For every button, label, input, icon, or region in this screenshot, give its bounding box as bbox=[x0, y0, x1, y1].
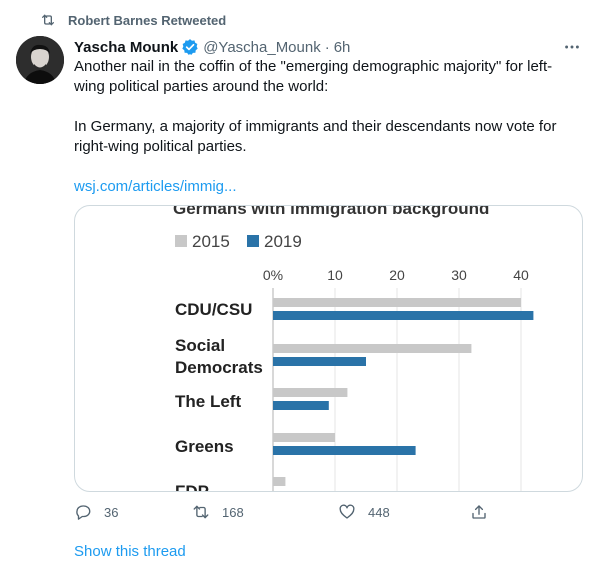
tweet-text-paragraph-1: Another nail in the coffin of the "emerg… bbox=[74, 58, 553, 95]
tweet-body: Another nail in the coffin of the "emerg… bbox=[74, 57, 578, 217]
retweet-label: Robert Barnes Retweeted bbox=[68, 12, 227, 28]
share-icon bbox=[472, 505, 486, 519]
x-tick-label: 30 bbox=[451, 267, 467, 283]
more-icon bbox=[565, 45, 579, 49]
category-label: CDU/CSU bbox=[175, 300, 252, 319]
tweet-header: Yascha Mounk @Yascha_Mounk · 6h bbox=[74, 37, 582, 57]
reply-button[interactable]: 36 bbox=[74, 503, 180, 521]
legend-label-2019: 2019 bbox=[264, 232, 302, 251]
avatar[interactable] bbox=[16, 36, 64, 84]
retweet-indicator[interactable]: Robert Barnes Retweeted bbox=[40, 11, 226, 29]
bar-2015-4 bbox=[273, 477, 286, 486]
reply-count: 36 bbox=[104, 504, 119, 520]
show-thread-link[interactable]: Show this thread bbox=[74, 543, 186, 560]
bar-2019-0 bbox=[273, 311, 534, 320]
bars bbox=[273, 298, 534, 486]
tweet-actions: 36 168 448 bbox=[74, 501, 514, 523]
category-label: Social bbox=[175, 336, 225, 355]
bar-2015-3 bbox=[273, 433, 335, 442]
more-options-button[interactable] bbox=[562, 37, 582, 57]
chart-image-card[interactable]: Germans with immigration background 2015… bbox=[74, 205, 583, 492]
x-axis-ticks: 0% 10 20 30 40 bbox=[263, 267, 529, 283]
category-label: Democrats bbox=[175, 358, 263, 377]
x-tick-label: 0% bbox=[263, 267, 283, 283]
legend-label-2015: 2015 bbox=[192, 232, 230, 251]
legend-swatch-2019 bbox=[247, 235, 259, 247]
share-button[interactable] bbox=[470, 503, 488, 521]
x-tick-label: 40 bbox=[513, 267, 529, 283]
category-labels: CDU/CSU Social Democrats The Left Greens FDP bbox=[175, 300, 263, 491]
chart-title: Germans with immigration background bbox=[173, 206, 489, 218]
retweet-count: 168 bbox=[222, 504, 244, 520]
retweet-action-icon bbox=[193, 505, 209, 519]
like-count: 448 bbox=[368, 504, 390, 520]
heart-icon bbox=[339, 504, 355, 519]
bar-2019-2 bbox=[273, 401, 329, 410]
category-label: Greens bbox=[175, 437, 234, 456]
chart-legend: 2015 2019 bbox=[175, 232, 302, 251]
tweet-text-paragraph-2: In Germany, a majority of immigrants and… bbox=[74, 118, 557, 155]
header-separator: · bbox=[324, 38, 330, 56]
bar-2019-3 bbox=[273, 446, 416, 455]
category-label: FDP bbox=[175, 482, 209, 491]
article-link[interactable]: wsj.com/articles/immig... bbox=[74, 178, 237, 195]
reply-icon bbox=[76, 505, 91, 520]
bar-2019-1 bbox=[273, 357, 366, 366]
author-handle[interactable]: @Yascha_Mounk bbox=[203, 39, 321, 56]
author-name[interactable]: Yascha Mounk bbox=[74, 39, 178, 56]
retweet-button[interactable]: 168 bbox=[192, 503, 326, 521]
verified-badge-icon bbox=[182, 39, 198, 55]
bar-chart: Germans with immigration background 2015… bbox=[173, 206, 534, 491]
x-tick-label: 10 bbox=[327, 267, 343, 283]
x-tick-label: 20 bbox=[389, 267, 405, 283]
like-button[interactable]: 448 bbox=[338, 503, 470, 521]
bar-2015-2 bbox=[273, 388, 348, 397]
category-label: The Left bbox=[175, 392, 241, 411]
bar-2015-1 bbox=[273, 344, 472, 353]
retweet-icon bbox=[42, 14, 54, 26]
tweet-timestamp[interactable]: 6h bbox=[334, 39, 351, 56]
bar-2015-0 bbox=[273, 298, 521, 307]
legend-swatch-2015 bbox=[175, 235, 187, 247]
profile-photo bbox=[16, 36, 64, 84]
